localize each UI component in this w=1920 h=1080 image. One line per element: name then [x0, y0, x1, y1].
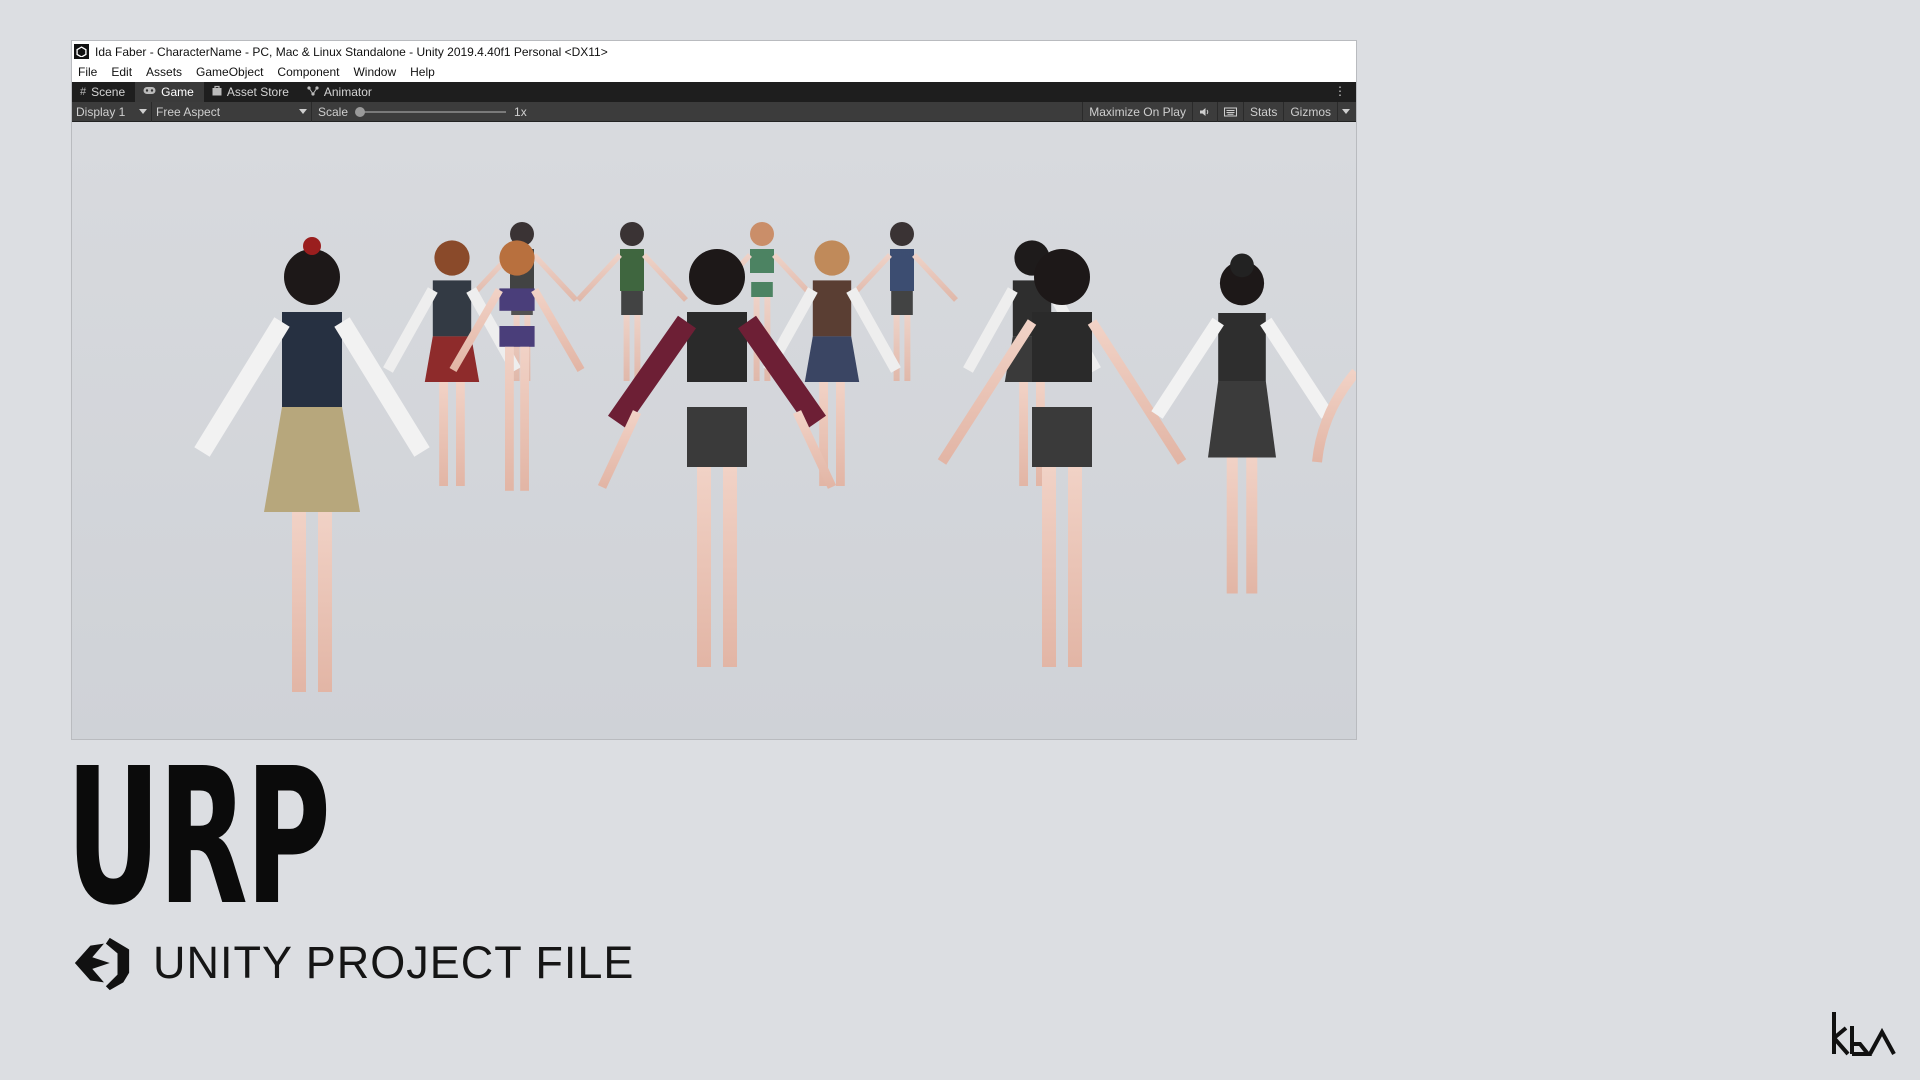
game-viewport[interactable] — [72, 122, 1356, 739]
menu-window[interactable]: Window — [353, 65, 396, 79]
chevron-down-icon — [299, 109, 307, 114]
keyboard-shortcuts-button[interactable] — [1216, 101, 1243, 122]
stats-button[interactable]: Stats — [1242, 101, 1283, 122]
gamepad-icon — [143, 86, 156, 98]
menu-component[interactable]: Component — [277, 65, 339, 79]
chevron-down-icon — [139, 109, 147, 114]
more-vertical-icon[interactable]: ⋮ — [1334, 84, 1346, 98]
maximize-on-play-button[interactable]: Maximize On Play — [1082, 101, 1192, 122]
tab-animator-label: Animator — [323, 85, 372, 99]
window-title: Ida Faber - CharacterName - PC, Mac & Li… — [95, 44, 608, 59]
aspect-dropdown-value: Free Aspect — [156, 104, 221, 119]
mute-audio-button[interactable] — [1191, 101, 1217, 122]
unity-app-icon — [74, 44, 89, 59]
title-bar: Ida Faber - CharacterName - PC, Mac & Li… — [72, 41, 1356, 62]
gizmos-label: Gizmos — [1290, 104, 1331, 119]
gizmos-button[interactable]: Gizmos — [1283, 101, 1337, 122]
unity-window: Ida Faber - CharacterName - PC, Mac & Li… — [71, 40, 1357, 740]
menu-gameobject[interactable]: GameObject — [196, 65, 263, 79]
ida-brand-logo — [1832, 1012, 1896, 1056]
display-dropdown-value: Display 1 — [76, 104, 126, 119]
tab-game-label: Game — [161, 85, 194, 99]
scale-slider-handle[interactable] — [355, 106, 366, 117]
menu-file[interactable]: File — [78, 65, 97, 79]
menu-bar: File Edit Assets GameObject Component Wi… — [72, 62, 1356, 82]
grid-icon: # — [80, 86, 87, 98]
animator-icon — [307, 85, 319, 99]
maximize-on-play-label: Maximize On Play — [1089, 104, 1186, 119]
display-dropdown[interactable]: Display 1 — [72, 101, 152, 122]
tab-scene-label: Scene — [91, 85, 126, 99]
project-subtitle: UNITY PROJECT FILE — [153, 937, 635, 988]
tab-asset-store[interactable]: Asset Store — [204, 82, 299, 102]
stats-label: Stats — [1249, 104, 1278, 119]
editor-tab-bar: # Scene Game Asset Store Animator ⋮ — [72, 82, 1356, 102]
scale-slider[interactable] — [355, 106, 507, 117]
character-lineup-render — [194, 222, 1356, 692]
scale-control: Scale 1x — [312, 105, 527, 119]
tab-asset-store-label: Asset Store — [226, 85, 289, 99]
menu-assets[interactable]: Assets — [146, 65, 182, 79]
tab-animator[interactable]: Animator — [299, 82, 382, 102]
chevron-down-icon — [1342, 109, 1350, 114]
menu-edit[interactable]: Edit — [111, 65, 132, 79]
game-view-toolbar: Display 1 Free Aspect Scale 1x Maximize … — [72, 101, 1356, 122]
unity-logo-icon — [74, 937, 130, 991]
gizmos-dropdown[interactable] — [1337, 101, 1356, 122]
scale-label: Scale — [318, 104, 349, 119]
scale-value: 1x — [514, 104, 527, 119]
pipeline-title: URP — [66, 728, 331, 947]
tab-game[interactable]: Game — [135, 82, 204, 102]
aspect-dropdown[interactable]: Free Aspect — [152, 101, 312, 122]
store-icon — [212, 85, 222, 99]
tab-scene[interactable]: # Scene — [72, 82, 135, 102]
menu-help[interactable]: Help — [410, 65, 435, 79]
project-label-row: UNITY PROJECT FILE — [71, 932, 634, 994]
keyboard-icon — [1223, 107, 1237, 116]
speaker-icon — [1199, 107, 1209, 116]
